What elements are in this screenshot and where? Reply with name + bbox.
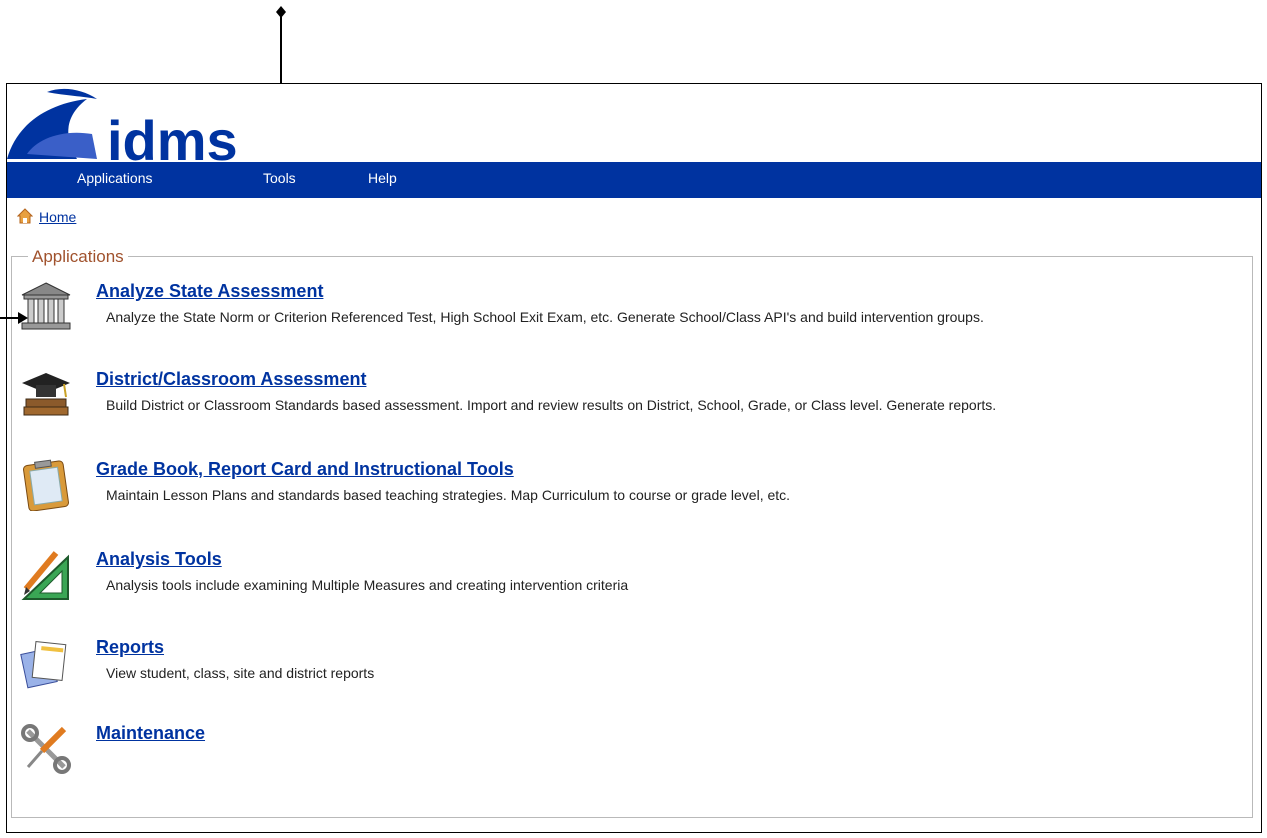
- nav-applications[interactable]: Applications: [77, 170, 153, 186]
- svg-text:idms: idms: [107, 109, 238, 164]
- app-description: View student, class, site and district r…: [106, 665, 375, 681]
- app-description: Build District or Classroom Standards ba…: [106, 397, 997, 413]
- app-description: Analyze the State Norm or Criterion Refe…: [106, 309, 984, 325]
- nav-help[interactable]: Help: [368, 170, 397, 186]
- reports-documents-icon: [20, 640, 67, 689]
- app-title[interactable]: Maintenance: [96, 723, 205, 744]
- breadcrumb: Home: [16, 208, 76, 225]
- clipboard-icon: [23, 459, 69, 511]
- wrench-screwdriver-icon: [21, 724, 71, 774]
- app-title[interactable]: Analyze State Assessment: [96, 281, 323, 302]
- browser-frame: idms Applications Tools Help Home Applic…: [6, 83, 1262, 833]
- app-description: Maintain Lesson Plans and standards base…: [106, 487, 791, 503]
- arrow-right-icon: [0, 312, 28, 324]
- pencil-triangle-icon: [21, 551, 69, 600]
- app-title[interactable]: Grade Book, Report Card and Instructiona…: [96, 459, 514, 480]
- home-icon: [16, 208, 34, 224]
- applications-fieldset: Applications Analyze State Assessment An…: [11, 247, 1253, 818]
- home-link[interactable]: Home: [39, 209, 76, 225]
- app-title[interactable]: Analysis Tools: [96, 549, 222, 570]
- idms-logo: idms: [7, 88, 238, 164]
- app-title[interactable]: Reports: [96, 637, 164, 658]
- applications-legend: Applications: [28, 247, 128, 267]
- graduation-cap-books-icon: [22, 373, 70, 416]
- app-title[interactable]: District/Classroom Assessment: [96, 369, 366, 390]
- app-description: Analysis tools include examining Multipl…: [106, 577, 629, 593]
- nav-bar: Applications Tools Help: [7, 162, 1261, 198]
- header: idms: [7, 84, 1261, 164]
- nav-tools[interactable]: Tools: [263, 170, 296, 186]
